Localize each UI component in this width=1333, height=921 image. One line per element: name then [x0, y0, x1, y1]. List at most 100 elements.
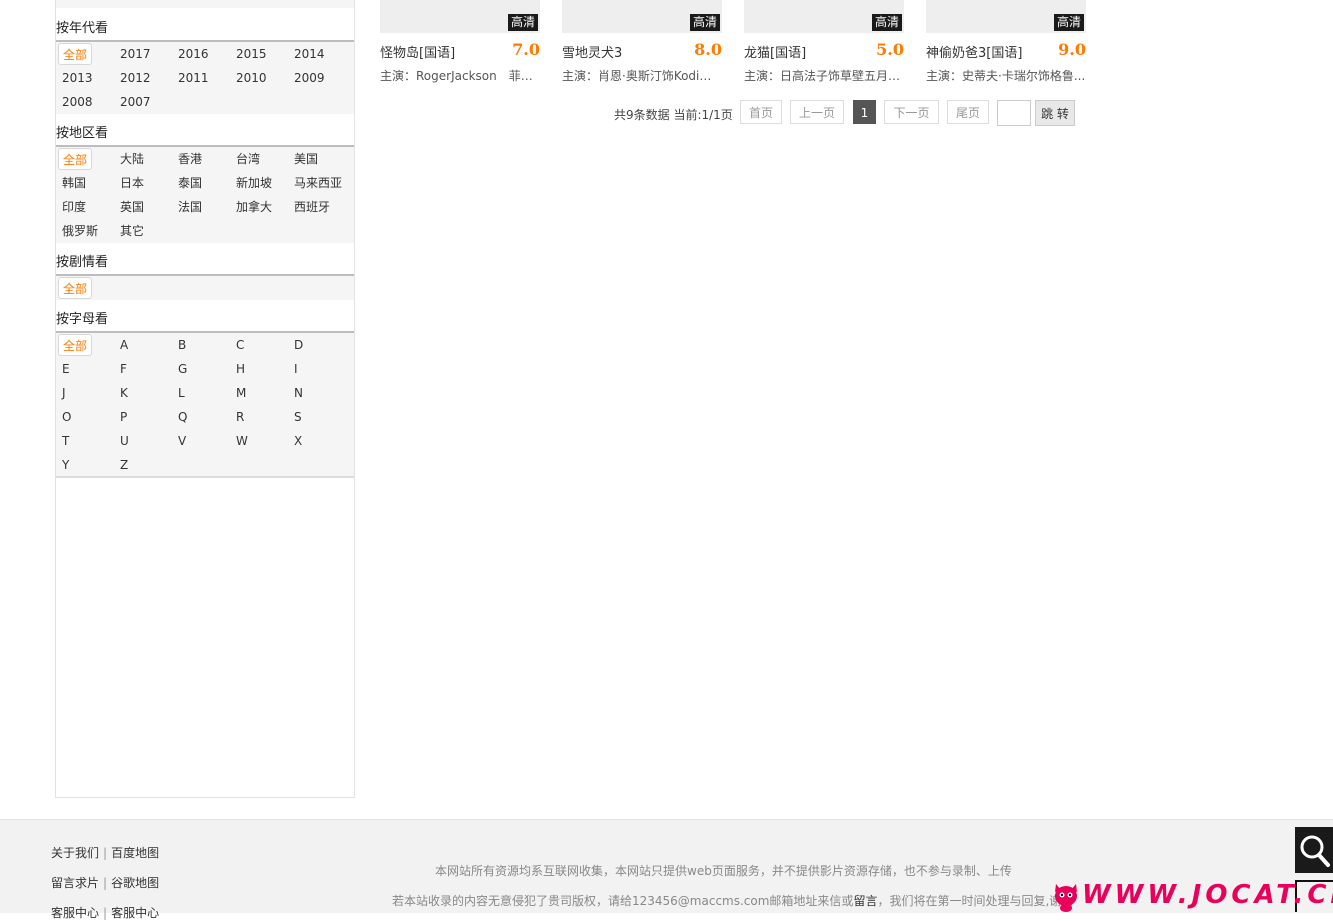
region-filter-option[interactable]: 韩国 — [62, 172, 86, 194]
help-center-link[interactable]: 客服中心 — [111, 906, 159, 920]
letter-filter-option[interactable]: N — [294, 382, 303, 404]
movie-thumbnail[interactable]: 高清 — [380, 0, 540, 33]
letter-filter-option[interactable]: D — [294, 334, 303, 356]
plot-filter-options: 全部 — [56, 276, 354, 300]
hd-badge: 高清 — [689, 14, 720, 31]
year-filter-option[interactable]: 2015 — [236, 43, 267, 65]
year-filter-option[interactable]: 2010 — [236, 67, 267, 89]
jump-button[interactable]: 跳 转 — [1035, 100, 1075, 126]
region-filter-option[interactable]: 大陆 — [120, 148, 144, 170]
letter-filter-option[interactable]: E — [62, 358, 70, 380]
watermark-text: WWW.JOCAT.CN — [1082, 880, 1333, 910]
cat-logo-icon — [1055, 884, 1077, 912]
footer-links-row: 留言求片 | 谷歌地图 — [51, 874, 159, 891]
letter-filter-option[interactable]: T — [62, 430, 69, 452]
movie-score: 9.0 — [1058, 40, 1086, 59]
letter-filter-all[interactable]: 全部 — [58, 334, 92, 356]
letter-filter-option[interactable]: O — [62, 406, 71, 428]
first-page-button[interactable]: 首页 — [740, 100, 782, 124]
google-map-link[interactable]: 谷歌地图 — [111, 876, 159, 890]
region-filter-option[interactable]: 台湾 — [236, 148, 260, 170]
year-filter-option[interactable]: 2016 — [178, 43, 209, 65]
letter-filter-option[interactable]: M — [236, 382, 246, 404]
year-filter-option[interactable]: 2014 — [294, 43, 325, 65]
year-filter-all[interactable]: 全部 — [58, 43, 92, 65]
sidebar-top-strip — [56, 0, 354, 8]
region-filter-option[interactable]: 马来西亚 — [294, 172, 342, 194]
region-filter-option[interactable]: 英国 — [120, 196, 144, 218]
letter-filter-option[interactable]: H — [236, 358, 245, 380]
prev-page-button[interactable]: 上一页 — [790, 100, 844, 124]
next-page-button[interactable]: 下一页 — [884, 100, 939, 124]
link-separator: | — [103, 906, 108, 920]
copyright-text-end: ，我们将在第一时间处理与回复,谢谢 — [877, 894, 1074, 908]
filter-sidebar: 按年代看 全部 2017 2016 2015 2014 2013 2012 2011 2010 2… — [55, 0, 355, 798]
link-separator: | — [103, 846, 108, 860]
movie-cast: 主演：RogerJackson 菲奥... — [380, 69, 540, 83]
year-filter-option[interactable]: 2008 — [62, 91, 93, 113]
year-filter-option[interactable]: 2009 — [294, 67, 325, 89]
footer-links-row: 客服中心 | 客服中心 — [51, 904, 159, 921]
region-filter-title: 按地区看 — [56, 123, 354, 147]
region-filter-option[interactable]: 新加坡 — [236, 172, 272, 194]
search-button[interactable] — [1295, 827, 1333, 873]
movie-title[interactable]: 龙猫[国语] — [744, 42, 806, 61]
letter-filter-option[interactable]: B — [178, 334, 186, 356]
movie-cast: 主演：肖恩·奥斯汀饰Kodi J... — [562, 69, 722, 83]
letter-filter-option[interactable]: V — [178, 430, 186, 452]
region-filter-option[interactable]: 加拿大 — [236, 196, 272, 218]
movie-score: 8.0 — [694, 40, 722, 59]
region-filter-option[interactable]: 美国 — [294, 148, 318, 170]
letter-filter-option[interactable]: J — [62, 382, 66, 404]
movie-thumbnail[interactable]: 高清 — [562, 0, 722, 33]
letter-filter-option[interactable]: R — [236, 406, 244, 428]
message-link[interactable]: 留言 — [853, 894, 877, 908]
letter-filter-option[interactable]: W — [236, 430, 248, 452]
region-filter-all[interactable]: 全部 — [58, 148, 92, 170]
region-filter-option[interactable]: 其它 — [120, 220, 144, 242]
plot-filter-all[interactable]: 全部 — [58, 277, 92, 299]
letter-filter-option[interactable]: K — [120, 382, 128, 404]
letter-filter-option[interactable]: S — [294, 406, 302, 428]
letter-filter-option[interactable]: U — [120, 430, 129, 452]
movie-title[interactable]: 神偷奶爸3[国语] — [926, 42, 1022, 61]
letter-filter-option[interactable]: Q — [178, 406, 187, 428]
about-link[interactable]: 关于我们 — [51, 846, 99, 860]
region-filter-option[interactable]: 俄罗斯 — [62, 220, 98, 242]
letter-filter-option[interactable]: G — [178, 358, 187, 380]
page-number-input[interactable] — [997, 100, 1031, 126]
letter-filter-option[interactable]: L — [178, 382, 185, 404]
region-filter-option[interactable]: 西班牙 — [294, 196, 330, 218]
movie-thumbnail[interactable]: 高清 — [926, 0, 1086, 33]
letter-filter-option[interactable]: C — [236, 334, 244, 356]
year-filter-option[interactable]: 2012 — [120, 67, 151, 89]
year-filter-option[interactable]: 2017 — [120, 43, 151, 65]
movie-title[interactable]: 怪物岛[国语] — [380, 42, 455, 61]
region-filter-option[interactable]: 香港 — [178, 148, 202, 170]
letter-filter-option[interactable]: I — [294, 358, 298, 380]
year-filter-option[interactable]: 2007 — [120, 91, 151, 113]
movie-title[interactable]: 雪地灵犬3 — [562, 42, 622, 61]
region-filter-option[interactable]: 印度 — [62, 196, 86, 218]
baidu-map-link[interactable]: 百度地图 — [111, 846, 159, 860]
letter-filter-option[interactable]: P — [120, 406, 127, 428]
region-filter-option[interactable]: 法国 — [178, 196, 202, 218]
letter-filter-option[interactable]: F — [120, 358, 127, 380]
copyright-text: 若本站收录的内容无意侵犯了贵司版权，请给123456@maccms.com邮箱地… — [392, 894, 854, 908]
help-center-link[interactable]: 客服中心 — [51, 906, 99, 920]
last-page-button[interactable]: 尾页 — [947, 100, 989, 124]
region-filter-option[interactable]: 泰国 — [178, 172, 202, 194]
region-filter-option[interactable]: 日本 — [120, 172, 144, 194]
message-link[interactable]: 留言求片 — [51, 876, 99, 890]
year-filter-option[interactable]: 2013 — [62, 67, 93, 89]
letter-filter-option[interactable]: Z — [120, 454, 128, 476]
disclaimer-text: 本网站所有资源均系互联网收集，本网站只提供web页面服务，并不提供影片资源存储，… — [435, 864, 1012, 878]
year-filter-option[interactable]: 2011 — [178, 67, 209, 89]
letter-filter-option[interactable]: A — [120, 334, 128, 356]
sidebar-divider — [56, 476, 354, 478]
letter-filter-option[interactable]: Y — [62, 454, 69, 476]
movie-thumbnail[interactable]: 高清 — [744, 0, 904, 33]
letter-filter-option[interactable]: X — [294, 430, 302, 452]
movie-score: 7.0 — [512, 40, 540, 59]
current-page-button[interactable]: 1 — [853, 100, 876, 124]
